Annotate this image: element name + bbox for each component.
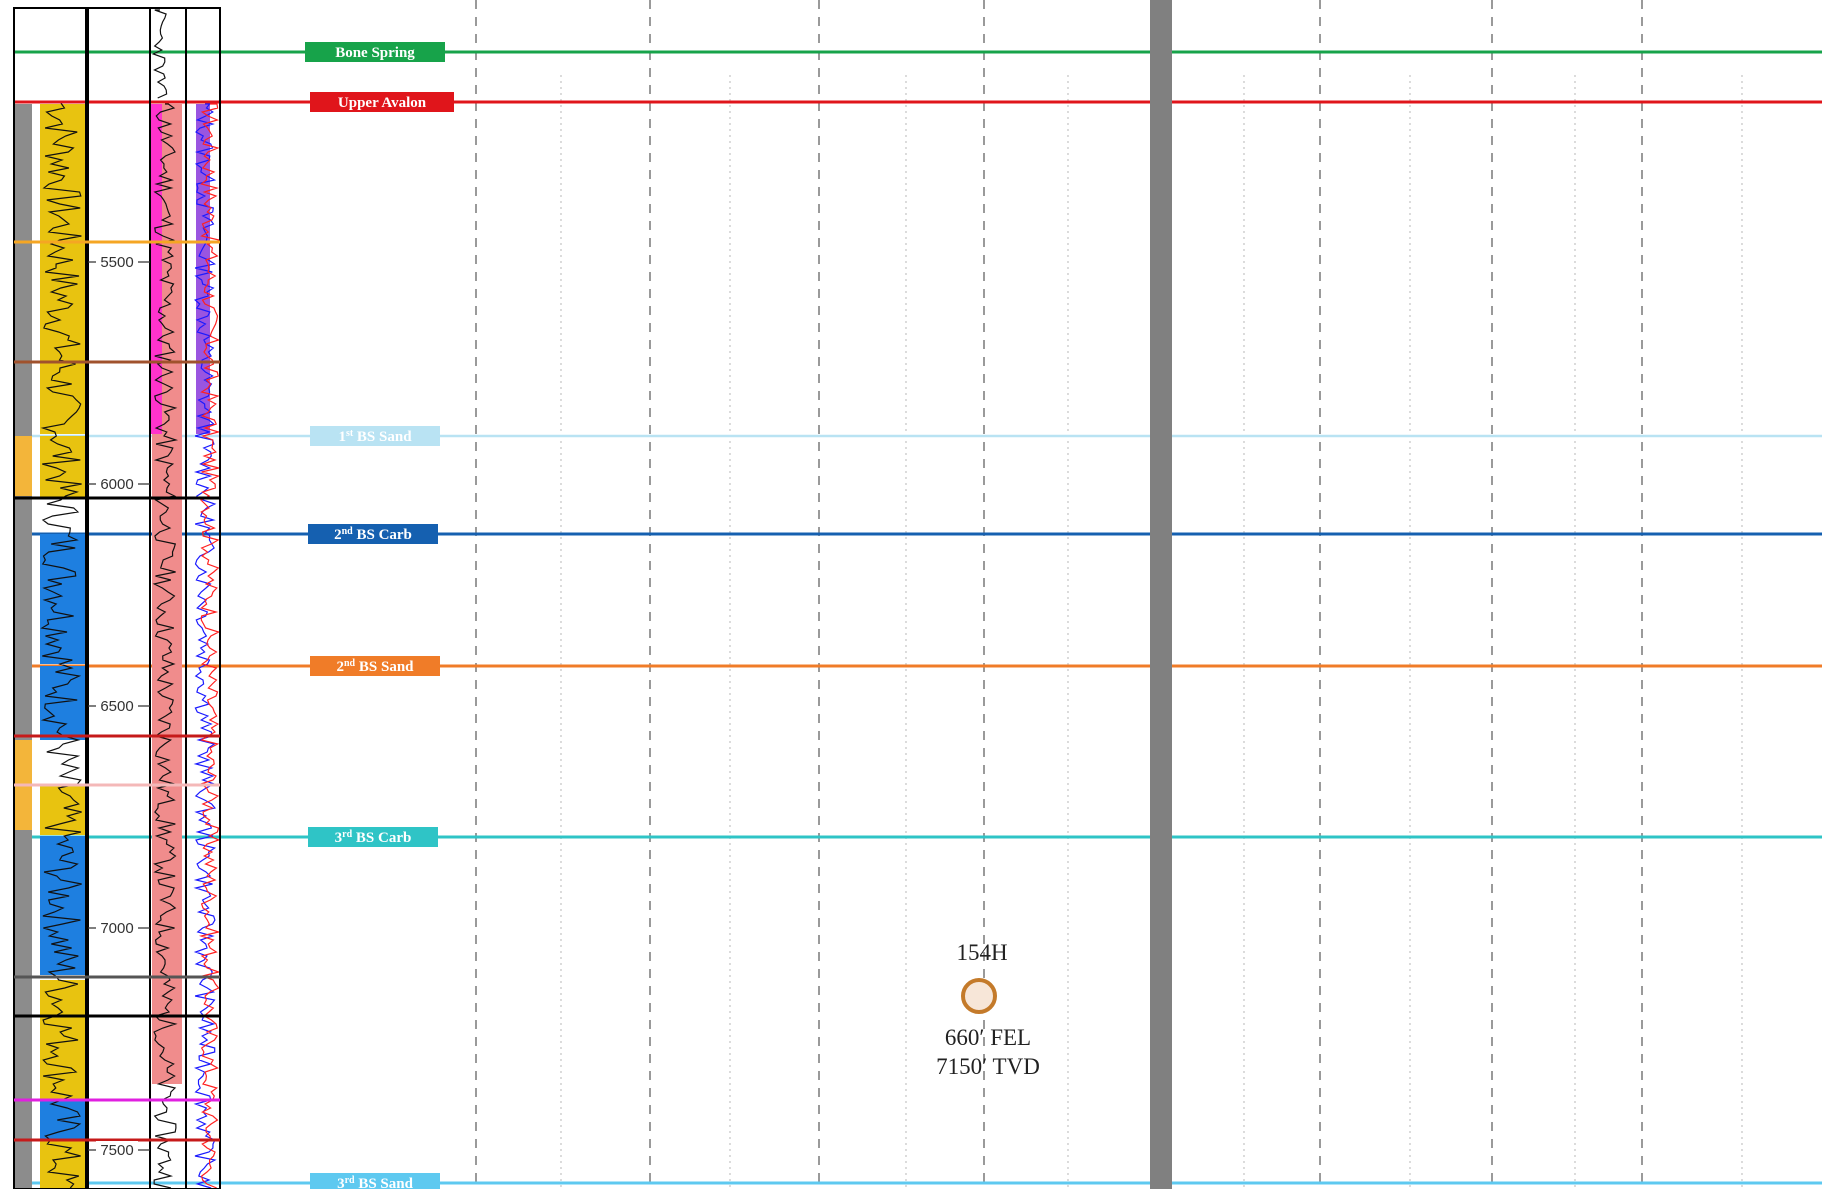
depth-tick-label: 7500 [100,1142,133,1159]
formation-tops [14,50,1822,1185]
depth-tick-label: 6500 [100,698,133,715]
well-name: 154H [956,940,1007,965]
well-154h[interactable]: 154H 660′ FEL 7150′ TVD [936,940,1040,1079]
well-location-marker[interactable] [961,978,997,1014]
well-offset: 660′ FEL [945,1025,1031,1050]
cross-section-diagram: 5500 6000 6500 7000 7500 Bone Spring Upper Av… [13,0,1822,1189]
grid-lines [475,0,1743,1189]
depth-tick-label: 6000 [100,476,133,493]
depth-tick-label: 5500 [100,254,133,271]
section-line [1150,0,1172,1189]
type-log: 5500 6000 6500 7000 7500 [13,7,222,1189]
depth-axis: 5500 6000 6500 7000 7500 [88,253,150,1159]
formation-label: Bone Spring [335,45,415,61]
depth-tick-label: 7000 [100,920,133,937]
formation-label: Upper Avalon [338,95,427,111]
well-tvd: 7150′ TVD [936,1054,1040,1079]
formation-labels: Bone SpringUpper Avalon1st BS Sand2nd BS… [305,42,454,1189]
log-tracks [14,9,222,1189]
